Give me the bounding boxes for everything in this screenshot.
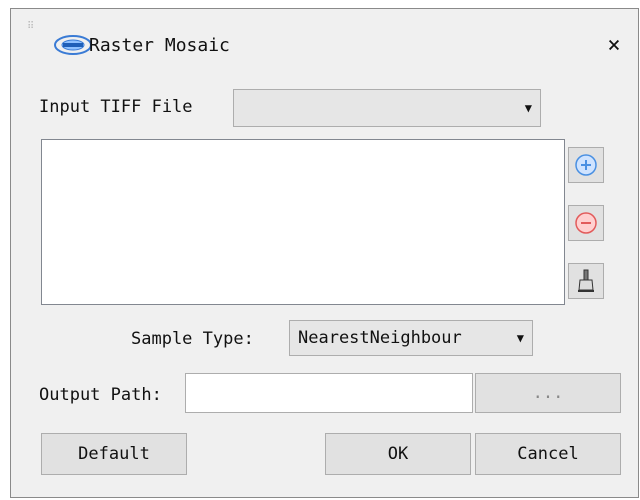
default-button[interactable]: Default xyxy=(41,433,187,475)
output-path-input[interactable] xyxy=(185,373,473,413)
ok-label: OK xyxy=(387,444,409,464)
app-logo-icon xyxy=(54,35,92,55)
title-bar: ⠿ Raster Mosaic × xyxy=(11,9,638,79)
chevron-down-icon: ▼ xyxy=(516,331,524,345)
sample-type-combobox[interactable]: NearestNeighbour ▼ xyxy=(289,320,533,356)
clear-list-button[interactable] xyxy=(568,263,604,299)
input-file-list[interactable] xyxy=(41,139,565,305)
plus-circle-icon xyxy=(575,154,597,176)
chevron-down-icon: ▼ xyxy=(524,101,532,115)
cancel-label: Cancel xyxy=(517,444,579,464)
input-tiff-label: Input TIFF File xyxy=(39,97,193,117)
brush-icon xyxy=(578,269,594,292)
sample-type-value: NearestNeighbour xyxy=(298,328,462,348)
input-tiff-combobox[interactable]: ▼ xyxy=(233,89,541,127)
minus-circle-icon xyxy=(575,212,597,234)
drag-grip-icon: ⠿ xyxy=(27,21,35,32)
window-title: Raster Mosaic xyxy=(89,35,230,56)
default-label: Default xyxy=(78,444,150,464)
output-path-label: Output Path: xyxy=(39,385,162,405)
browse-label: ... xyxy=(532,383,564,403)
close-icon: × xyxy=(607,33,621,58)
sample-type-label: Sample Type: xyxy=(131,329,254,349)
raster-mosaic-dialog: ⠿ Raster Mosaic × Input TIFF File ▼ Samp… xyxy=(10,8,639,498)
remove-file-button[interactable] xyxy=(568,205,604,241)
close-button[interactable]: × xyxy=(597,31,631,61)
cancel-button[interactable]: Cancel xyxy=(475,433,621,475)
add-file-button[interactable] xyxy=(568,147,604,183)
browse-button[interactable]: ... xyxy=(475,373,621,413)
ok-button[interactable]: OK xyxy=(325,433,471,475)
